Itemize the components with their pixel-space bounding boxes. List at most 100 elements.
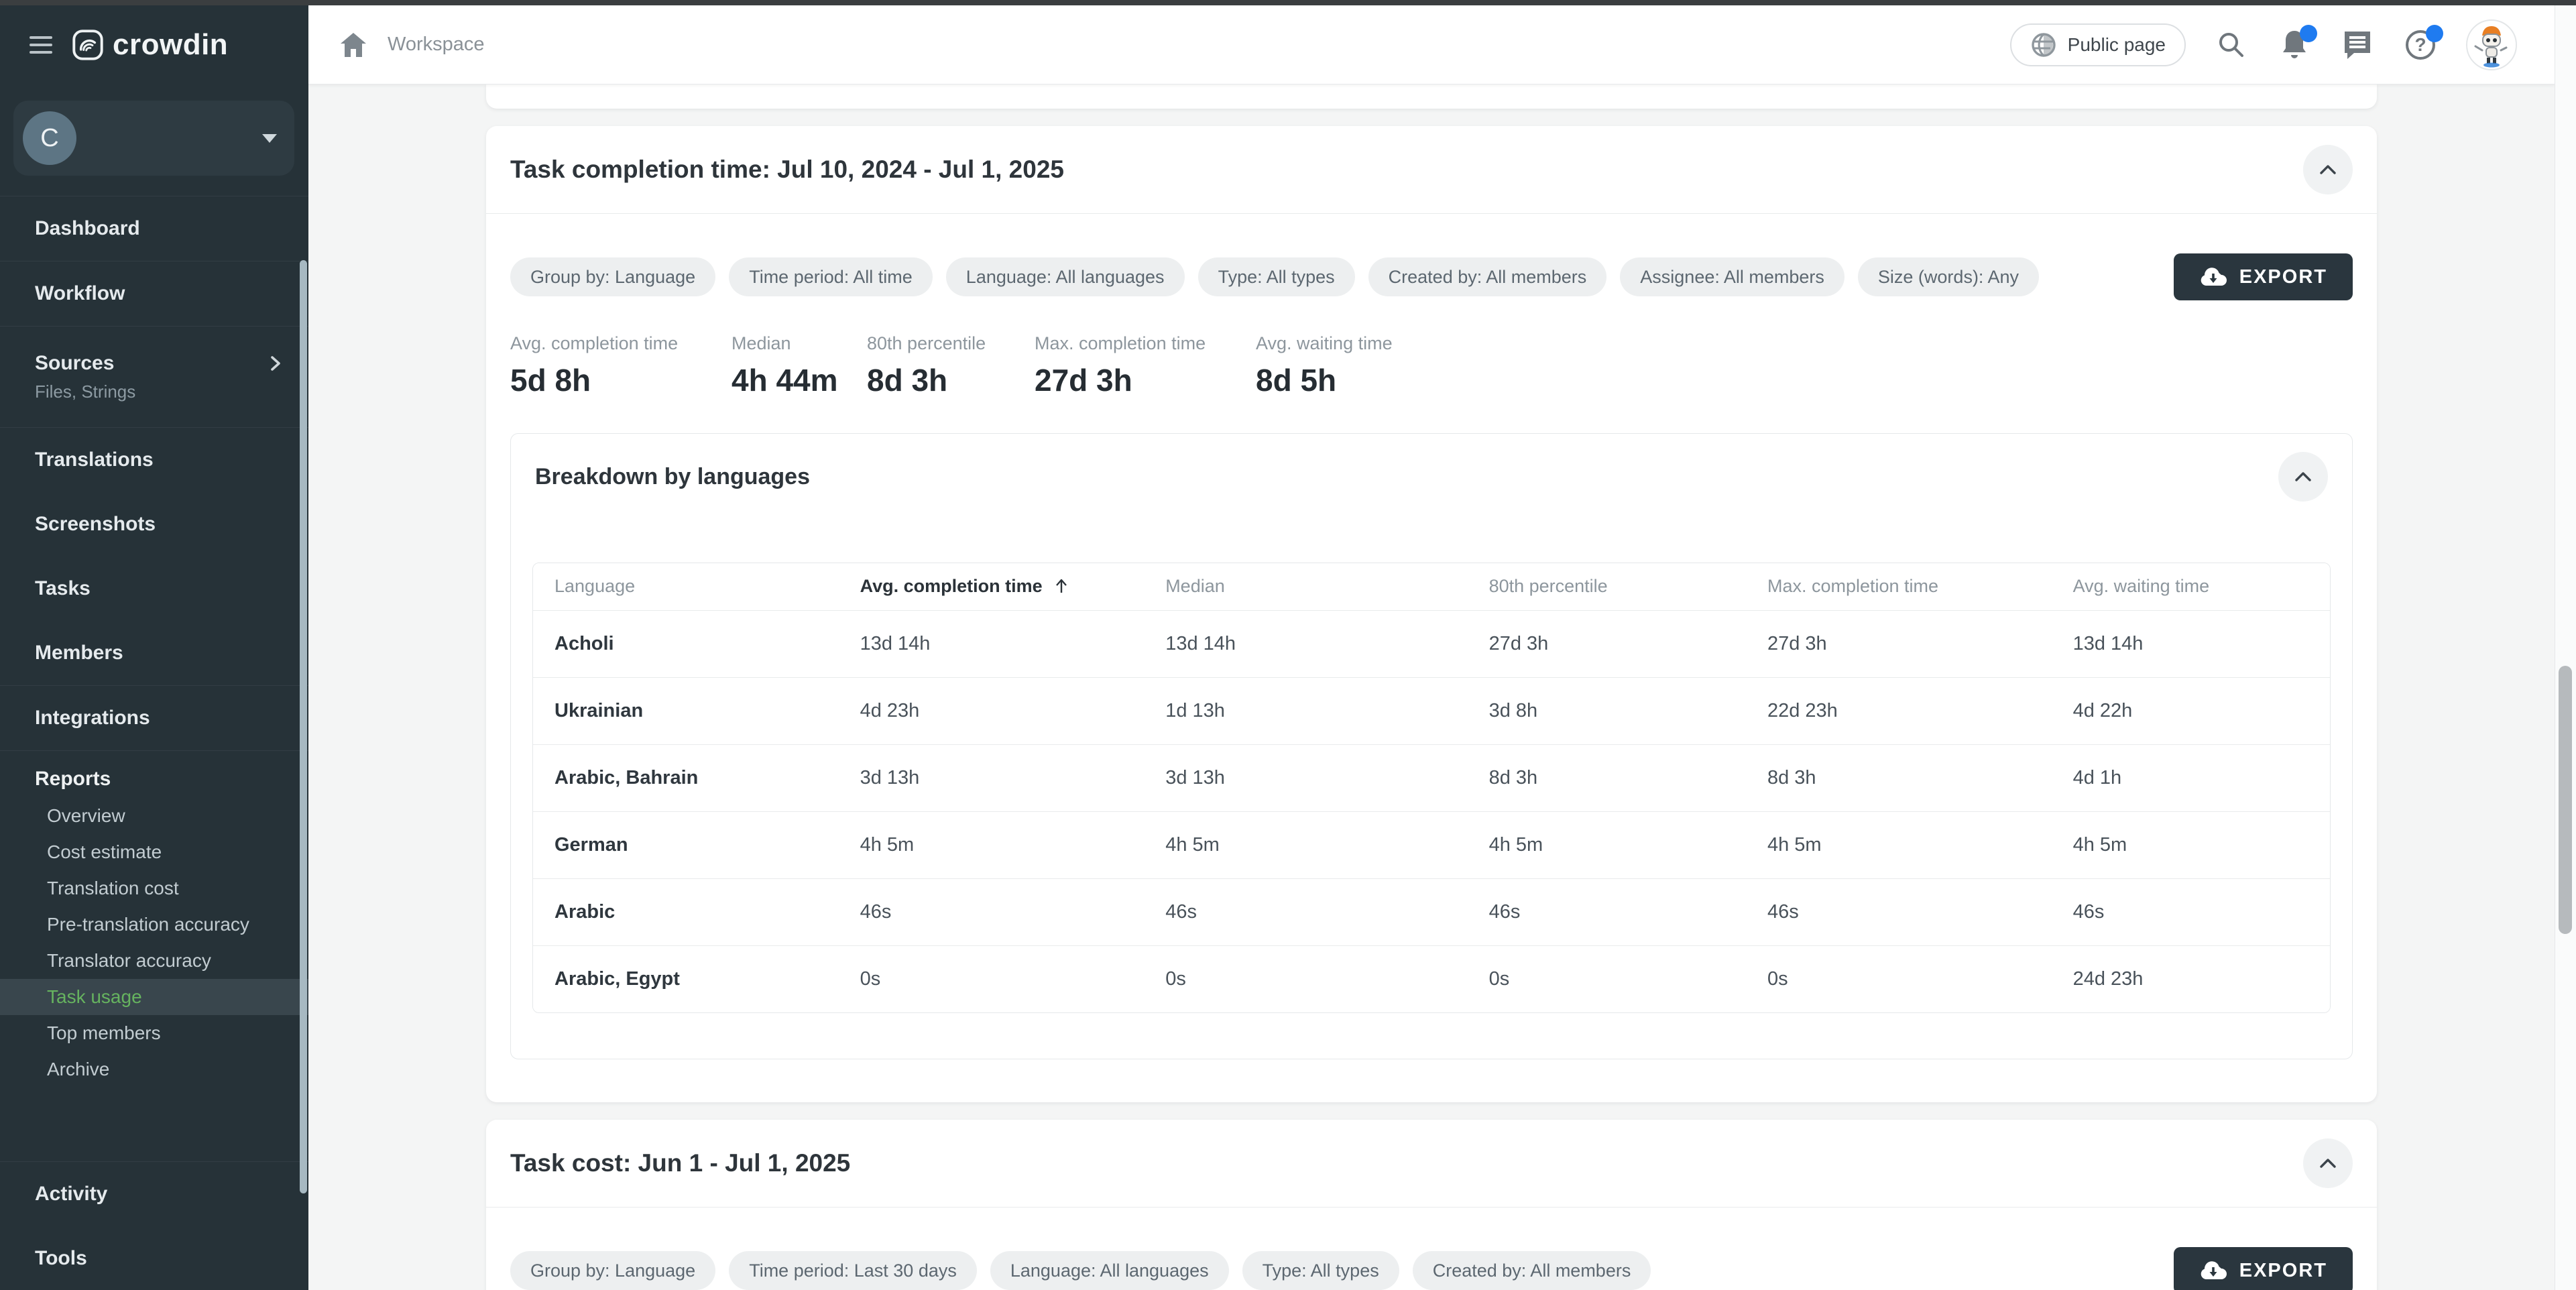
- table-row: German 4h 5m 4h 5m 4h 5m 4h 5m 4h 5m: [533, 811, 2330, 878]
- sidebar-item-members[interactable]: Members: [0, 621, 308, 685]
- task-cost-card: Task cost: Jun 1 - Jul 1, 2025 Group by:…: [486, 1120, 2377, 1290]
- filter-chip-size-words[interactable]: Size (words): Any: [1858, 257, 2039, 296]
- crowdin-logo[interactable]: crowdin: [72, 28, 228, 62]
- language-cell: German: [533, 811, 839, 878]
- filter-chip-group-by[interactable]: Group by: Language: [510, 257, 715, 296]
- sidebar-item-sources[interactable]: Sources Files, Strings: [0, 327, 308, 427]
- help-icon[interactable]: ?: [2403, 27, 2438, 62]
- filter-chip-created-by[interactable]: Created by: All members: [1413, 1251, 1651, 1290]
- sidebar-item-reports[interactable]: Reports: [0, 760, 308, 798]
- language-cell: Arabic: [533, 878, 839, 945]
- table-row: Arabic, Egypt 0s 0s 0s 0s 24d 23h: [533, 945, 2330, 1012]
- sort-ascending-icon: [1054, 578, 1069, 594]
- filter-chip-time-period[interactable]: Time period: All time: [729, 257, 933, 296]
- stat-max-completion-time: Max. completion time 27d 3h: [1035, 333, 1256, 398]
- topbar-actions: Public page ?: [2010, 19, 2517, 70]
- crowdin-logo-icon: [72, 30, 103, 60]
- task-completion-title: Task completion time: Jul 10, 2024 - Jul…: [510, 156, 1064, 184]
- user-avatar[interactable]: [2466, 19, 2517, 70]
- previous-card-bottom: [486, 84, 2377, 109]
- account-switcher[interactable]: C: [13, 101, 294, 176]
- public-page-button[interactable]: Public page: [2010, 23, 2186, 66]
- filter-chip-group-by[interactable]: Group by: Language: [510, 1251, 715, 1290]
- language-cell: Arabic, Bahrain: [533, 744, 839, 811]
- sidebar-item-activity[interactable]: Activity: [0, 1162, 308, 1226]
- sidebar-reports-group: Reports Overview Cost estimate Translati…: [0, 751, 308, 1161]
- table-header-row: Language Avg. completion time Median 80t…: [533, 563, 2330, 610]
- globe-icon: [2030, 32, 2057, 58]
- sidebar: crowdin C Dashboard Workflow Sources Fil…: [0, 5, 308, 1290]
- column-median[interactable]: Median: [1144, 563, 1467, 610]
- language-cell: Ukrainian: [533, 677, 839, 744]
- messages-icon[interactable]: [2340, 27, 2375, 62]
- notifications-bell-icon[interactable]: [2277, 27, 2312, 62]
- collapse-button[interactable]: [2303, 145, 2353, 194]
- sidebar-item-cost-estimate[interactable]: Cost estimate: [0, 834, 308, 870]
- filter-chip-type[interactable]: Type: All types: [1198, 257, 1355, 296]
- brand-name: crowdin: [113, 28, 228, 62]
- sidebar-item-screenshots[interactable]: Screenshots: [0, 492, 308, 556]
- collapse-button[interactable]: [2303, 1138, 2353, 1188]
- window-top-edge: [0, 0, 2576, 5]
- home-icon[interactable]: [339, 32, 367, 58]
- cloud-download-icon: [2199, 1260, 2227, 1281]
- filter-chips: Group by: Language Time period: All time…: [510, 257, 2039, 296]
- page-scrollbar[interactable]: [2555, 5, 2576, 1290]
- main-content: Task completion time: Jul 10, 2024 - Jul…: [308, 84, 2555, 1290]
- collapse-button[interactable]: [2278, 452, 2328, 502]
- filter-chips: Group by: Language Time period: Last 30 …: [510, 1251, 1651, 1290]
- stat-median: Median 4h 44m: [731, 333, 867, 398]
- column-language[interactable]: Language: [533, 563, 839, 610]
- sidebar-scrollbar[interactable]: [300, 260, 307, 1193]
- table-row: Acholi 13d 14h 13d 14h 27d 3h 27d 3h 13d…: [533, 610, 2330, 677]
- hamburger-menu-icon[interactable]: [30, 36, 52, 54]
- sidebar-item-integrations[interactable]: Integrations: [0, 686, 308, 750]
- sidebar-item-translations[interactable]: Translations: [0, 428, 308, 492]
- column-avg-completion-time[interactable]: Avg. completion time: [839, 563, 1145, 610]
- sidebar-item-tasks[interactable]: Tasks: [0, 556, 308, 621]
- breadcrumb[interactable]: Workspace: [339, 32, 485, 58]
- page-scrollbar-thumb[interactable]: [2559, 666, 2572, 934]
- account-avatar: C: [23, 111, 76, 165]
- sidebar-item-task-usage[interactable]: Task usage: [0, 979, 308, 1015]
- breakdown-card: Breakdown by languages Language: [510, 433, 2353, 1059]
- sidebar-item-translator-accuracy[interactable]: Translator accuracy: [0, 943, 308, 979]
- sidebar-item-tools[interactable]: Tools: [0, 1226, 308, 1290]
- filter-chip-type[interactable]: Type: All types: [1242, 1251, 1399, 1290]
- column-avg-waiting-time[interactable]: Avg. waiting time: [2052, 563, 2330, 610]
- sidebar-item-pre-translation-accuracy[interactable]: Pre-translation accuracy: [0, 906, 308, 943]
- sidebar-item-top-members[interactable]: Top members: [0, 1015, 308, 1051]
- chevron-up-icon: [2318, 163, 2338, 176]
- export-button[interactable]: EXPORT: [2174, 1247, 2353, 1290]
- export-button[interactable]: EXPORT: [2174, 253, 2353, 300]
- filter-chip-time-period[interactable]: Time period: Last 30 days: [729, 1251, 977, 1290]
- filter-chip-language[interactable]: Language: All languages: [990, 1251, 1229, 1290]
- topbar: Workspace Public page: [308, 5, 2555, 84]
- sidebar-item-overview[interactable]: Overview: [0, 798, 308, 834]
- language-cell: Acholi: [533, 610, 839, 677]
- breadcrumb-workspace[interactable]: Workspace: [388, 34, 485, 56]
- sidebar-item-dashboard[interactable]: Dashboard: [0, 196, 308, 261]
- sidebar-item-sources-subtitle: Files, Strings: [35, 382, 135, 402]
- language-cell: Arabic, Egypt: [533, 945, 839, 1012]
- task-cost-header: Task cost: Jun 1 - Jul 1, 2025: [486, 1120, 2377, 1207]
- cloud-download-icon: [2199, 267, 2227, 287]
- sidebar-item-archive[interactable]: Archive: [0, 1051, 308, 1088]
- filter-chip-assignee[interactable]: Assignee: All members: [1620, 257, 1845, 296]
- column-max-completion-time[interactable]: Max. completion time: [1746, 563, 2052, 610]
- sidebar-header: crowdin: [0, 5, 308, 84]
- notification-dot: [2300, 25, 2317, 42]
- filter-chip-created-by[interactable]: Created by: All members: [1368, 257, 1607, 296]
- search-icon[interactable]: [2214, 27, 2249, 62]
- stat-80th-percentile: 80th percentile 8d 3h: [867, 333, 1035, 398]
- filter-chip-language[interactable]: Language: All languages: [946, 257, 1185, 296]
- sidebar-item-translation-cost[interactable]: Translation cost: [0, 870, 308, 906]
- column-80th-percentile[interactable]: 80th percentile: [1468, 563, 1746, 610]
- summary-stats: Avg. completion time 5d 8h Median 4h 44m…: [510, 333, 2353, 398]
- table-row: Ukrainian 4d 23h 1d 13h 3d 8h 22d 23h 4d…: [533, 677, 2330, 744]
- stat-avg-waiting-time: Avg. waiting time 8d 5h: [1256, 333, 1393, 398]
- sidebar-item-workflow[interactable]: Workflow: [0, 261, 308, 326]
- chevron-up-icon: [2318, 1157, 2338, 1170]
- breakdown-table: Language Avg. completion time Median 80t…: [532, 563, 2331, 1013]
- table-row: Arabic, Bahrain 3d 13h 3d 13h 8d 3h 8d 3…: [533, 744, 2330, 811]
